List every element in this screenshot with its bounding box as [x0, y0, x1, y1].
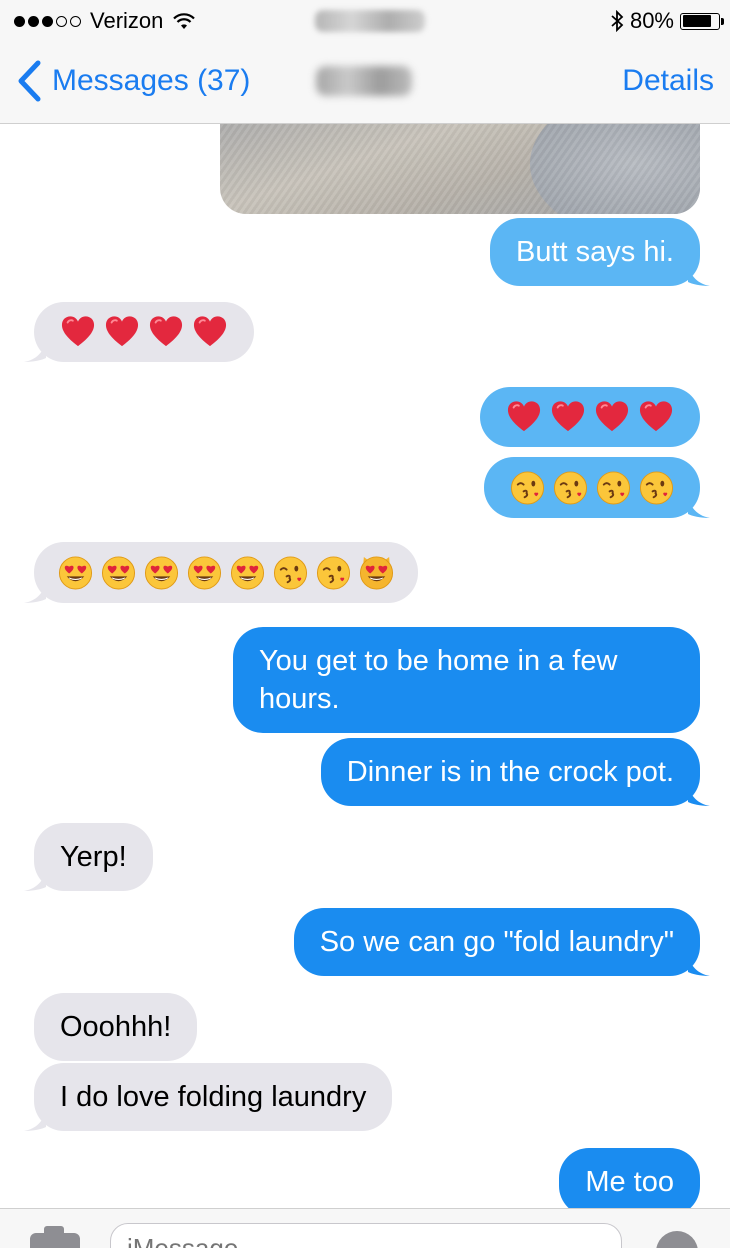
face-blowing-kiss-icon — [639, 471, 674, 505]
message-bubble-received[interactable] — [34, 302, 254, 362]
message-text: Dinner is in the crock pot. — [346, 756, 674, 788]
blurred-contact-name — [316, 66, 412, 96]
blurred-time — [315, 10, 425, 32]
red-heart-icon — [639, 401, 673, 432]
smiling-face-heart-eyes-icon — [58, 556, 93, 590]
battery-fill — [682, 15, 711, 27]
message-bubble-sent[interactable] — [480, 387, 700, 447]
red-heart-icon — [595, 401, 629, 432]
chevron-left-icon — [18, 60, 41, 102]
message-text: Me too — [585, 1166, 674, 1198]
smiling-face-heart-eyes-icon — [187, 556, 222, 590]
bluetooth-icon — [611, 10, 624, 32]
red-heart-icon — [105, 316, 139, 347]
message-thread[interactable]: Butt says hi. You get to be home in a fe… — [0, 124, 730, 1208]
message-bubble-received[interactable]: Yerp! — [34, 823, 153, 891]
red-heart-icon — [551, 401, 585, 432]
emoji-row — [58, 555, 394, 590]
status-bar: Verizon 80% — [0, 0, 730, 44]
message-bubble-received[interactable] — [34, 542, 418, 603]
message-text: Butt says hi. — [516, 236, 674, 268]
emoji-row — [510, 470, 674, 505]
details-button[interactable]: Details — [622, 64, 714, 98]
smiling-face-heart-eyes-icon — [144, 556, 179, 590]
face-blowing-kiss-icon — [553, 471, 588, 505]
face-blowing-kiss-icon — [316, 556, 351, 590]
face-blowing-kiss-icon — [510, 471, 545, 505]
signal-dot-filled — [28, 15, 39, 27]
message-bubble-sent[interactable]: You get to be home in a few hours. — [233, 627, 700, 733]
message-text: I do love folding laundry — [60, 1081, 367, 1113]
camera-icon[interactable] — [30, 1226, 80, 1248]
compose-bar — [0, 1208, 730, 1248]
back-button[interactable]: Messages (37) — [16, 60, 250, 102]
wifi-icon — [173, 13, 196, 29]
signal-dot-empty — [56, 15, 67, 27]
message-bubble-sent[interactable]: Butt says hi. — [490, 218, 700, 286]
face-blowing-kiss-icon — [596, 471, 631, 505]
message-text: Ooohhh! — [60, 1011, 172, 1043]
photo-attachment[interactable] — [220, 124, 700, 214]
red-heart-icon — [193, 316, 227, 347]
message-bubble-sent[interactable] — [484, 457, 700, 518]
red-heart-icon — [507, 401, 541, 432]
message-bubble-sent[interactable]: So we can go "fold laundry" — [293, 908, 700, 976]
battery-icon — [680, 12, 724, 30]
signal-dot-empty — [70, 15, 81, 27]
smiling-face-heart-eyes-icon — [101, 556, 136, 590]
message-bubble-sent[interactable]: Dinner is in the crock pot. — [320, 738, 700, 806]
back-label: Messages (37) — [52, 64, 251, 97]
message-bubble-received[interactable]: Ooohhh! — [34, 993, 198, 1061]
smiling-face-heart-eyes-icon — [230, 556, 265, 590]
red-heart-icon — [61, 316, 95, 347]
emoji-row — [506, 400, 674, 434]
message-bubble-sent[interactable]: Me too — [559, 1148, 700, 1208]
message-text: So we can go "fold laundry" — [319, 926, 674, 958]
emoji-row — [60, 315, 228, 349]
signal-dot-filled — [14, 15, 25, 27]
red-heart-icon — [149, 316, 183, 347]
face-blowing-kiss-icon — [273, 556, 308, 590]
microphone-icon[interactable] — [656, 1231, 698, 1248]
signal-dot-filled — [42, 15, 53, 27]
status-left: Verizon — [14, 8, 196, 34]
carrier-name: Verizon — [90, 8, 164, 33]
message-text: You get to be home in a few hours. — [259, 645, 618, 715]
message-input[interactable] — [110, 1223, 622, 1248]
battery-percent: 80% — [629, 8, 674, 33]
message-bubble-received[interactable]: I do love folding laundry — [34, 1063, 393, 1131]
nav-bar: Messages (37) Details — [0, 44, 730, 124]
cat-heart-eyes-icon — [359, 556, 394, 590]
status-right: 80% — [610, 8, 724, 34]
message-text: Yerp! — [60, 841, 127, 873]
